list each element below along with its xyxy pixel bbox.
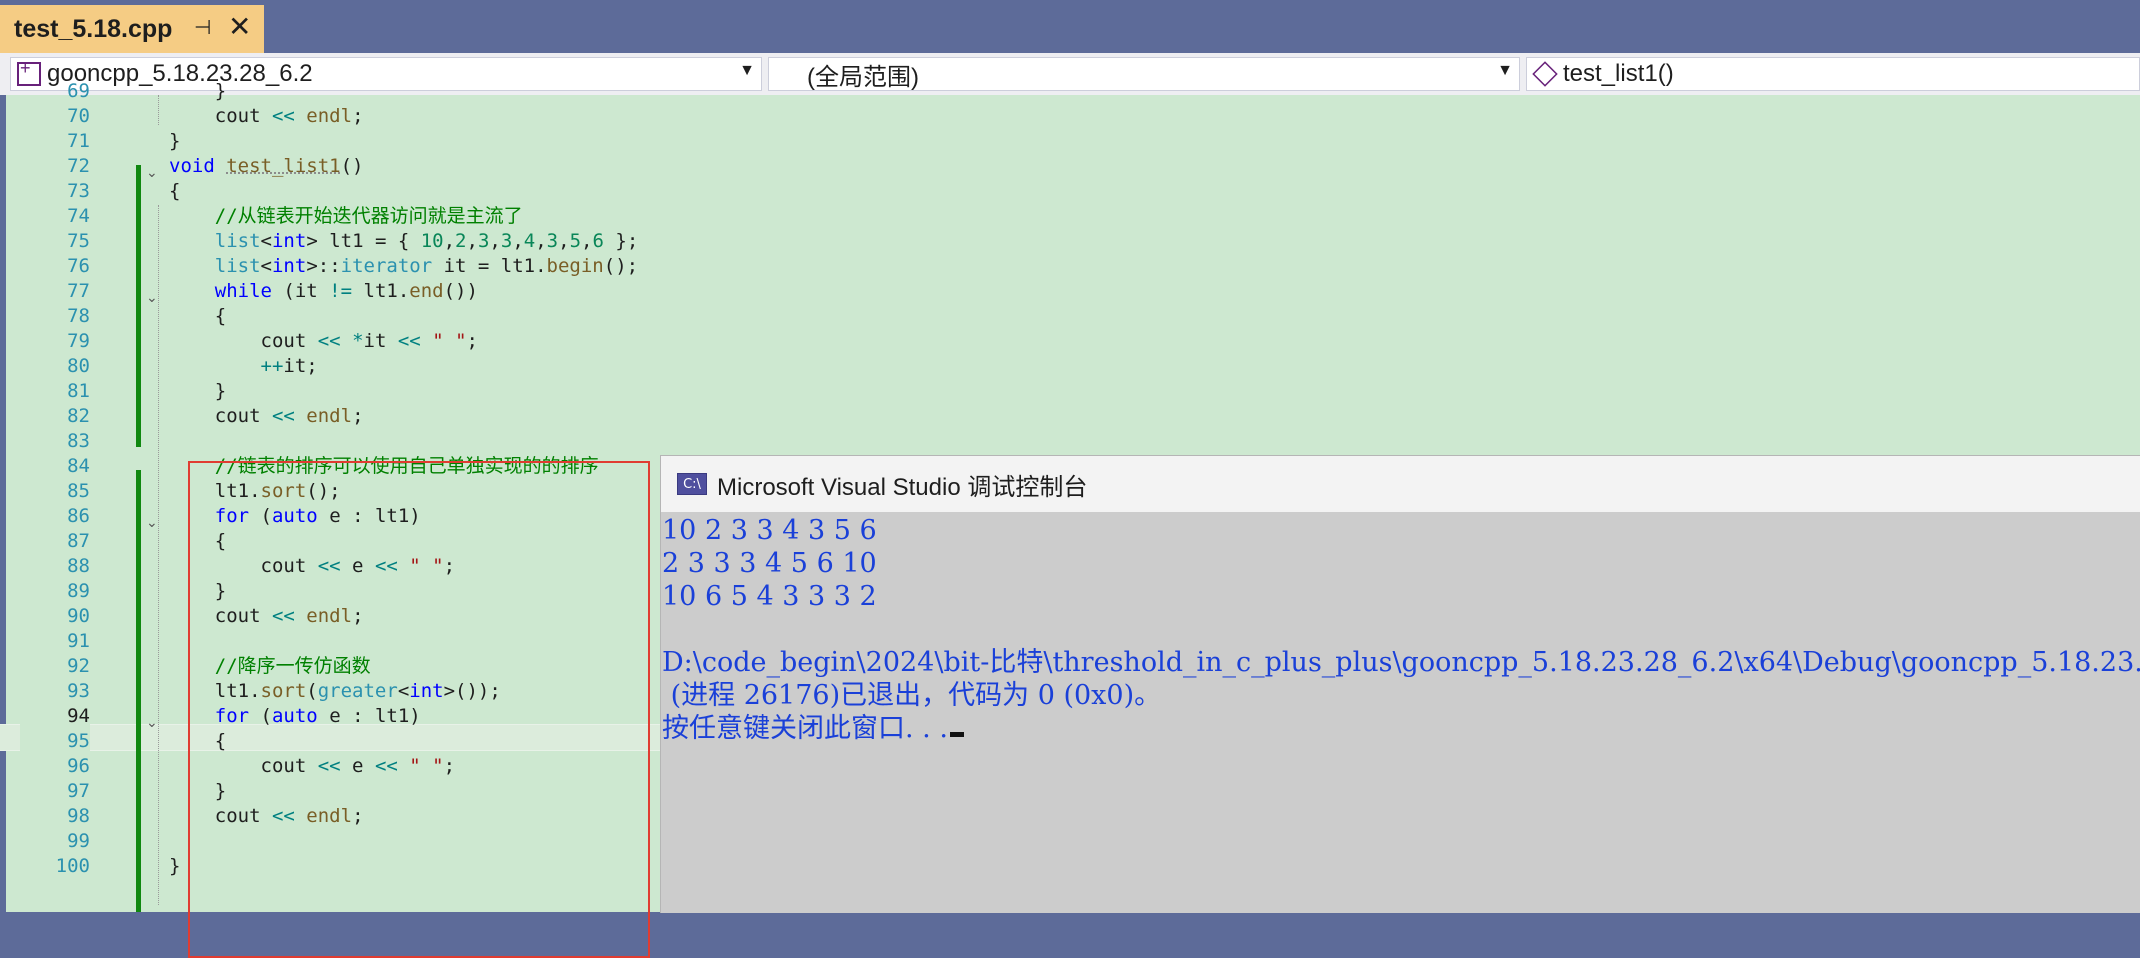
- line-number: 89: [67, 580, 90, 602]
- text-cursor: [949, 732, 964, 737]
- change-indicator-bar: [136, 165, 141, 447]
- console-output-line: 按任意键关闭此窗口. . .: [662, 712, 964, 745]
- line-number: 86: [67, 505, 90, 527]
- line-number: 97: [67, 780, 90, 802]
- code-line: cout << *it << " ";: [169, 330, 478, 352]
- line-number: 74: [67, 205, 90, 227]
- project-dropdown[interactable]: gooncpp_5.18.23.28_6.2 ▼: [10, 57, 762, 91]
- code-line: }: [169, 380, 227, 402]
- code-line: list<int> lt1 = { 10,2,3,3,4,3,5,6 };: [214, 230, 639, 252]
- console-title: Microsoft Visual Studio 调试控制台: [717, 473, 1088, 501]
- code-line: cout << endl;: [169, 405, 364, 427]
- pin-icon[interactable]: ⊣: [194, 15, 211, 39]
- code-line: }: [169, 130, 181, 152]
- debug-console-window[interactable]: C:\ Microsoft Visual Studio 调试控制台 10 2 3…: [660, 455, 2140, 913]
- line-number-current: 94: [67, 705, 90, 727]
- code-line: }: [169, 855, 181, 877]
- line-number: 100: [55, 855, 90, 877]
- indent-guide: [158, 205, 160, 905]
- scope-dropdown[interactable]: (全局范围) ▼: [768, 57, 1520, 91]
- line-number: 93: [67, 680, 90, 702]
- console-output-line: 10 2 3 3 4 3 5 6: [662, 515, 877, 546]
- line-number: 73: [67, 180, 90, 202]
- console-prompt-text: 按任意键关闭此窗口. . .: [662, 713, 948, 744]
- line-number: 75: [67, 230, 90, 252]
- line-number: 69: [67, 80, 90, 102]
- code-line: {: [169, 180, 181, 202]
- dropdown-arrow-icon[interactable]: ▼: [739, 62, 755, 80]
- member-dropdown[interactable]: test_list1(): [1526, 57, 2140, 91]
- line-number: 90: [67, 605, 90, 627]
- code-line: while (it != lt1.end()): [214, 280, 478, 302]
- code-line: list<int>::iterator it = lt1.begin();: [214, 255, 639, 277]
- fold-toggle-icon[interactable]: ⌄: [146, 291, 158, 305]
- code-line: {: [169, 305, 227, 327]
- scope-dropdown-value: (全局范围): [807, 63, 919, 91]
- line-number: 77: [67, 280, 90, 302]
- highlight-annotation-box: [188, 461, 650, 958]
- line-number: 82: [67, 405, 90, 427]
- fold-toggle-icon[interactable]: ⌄: [146, 716, 158, 730]
- console-output-line: 2 3 3 3 4 5 6 10: [662, 548, 877, 579]
- member-dropdown-value: test_list1(): [1563, 60, 1674, 87]
- line-number: 98: [67, 805, 90, 827]
- line-number: 99: [67, 830, 90, 852]
- fold-toggle-icon[interactable]: ⌄: [146, 516, 158, 530]
- line-number: 92: [67, 655, 90, 677]
- line-number: 76: [67, 255, 90, 277]
- navigation-bar: gooncpp_5.18.23.28_6.2 ▼ (全局范围) ▼ test_l…: [0, 53, 2140, 96]
- close-icon[interactable]: ✕: [228, 11, 251, 43]
- document-tab-strip: test_5.18.cpp ⊣ ✕: [0, 0, 2140, 53]
- line-number: 83: [67, 430, 90, 452]
- code-line: ++it;: [260, 355, 318, 377]
- line-number: 71: [67, 130, 90, 152]
- console-app-icon: C:\: [677, 473, 707, 495]
- line-number: 95: [67, 730, 90, 752]
- line-number: 81: [67, 380, 90, 402]
- console-output-line: 10 6 5 4 3 3 3 2: [662, 581, 877, 612]
- console-output[interactable]: 10 2 3 3 4 3 5 6 2 3 3 3 4 5 6 10 10 6 5…: [662, 514, 2140, 912]
- indent-guide: [158, 95, 160, 125]
- line-number: 88: [67, 555, 90, 577]
- console-output-line: (进程 26176)已退出，代码为 0 (0x0)。: [662, 680, 1162, 711]
- console-output-line: D:\code_begin\2024\bit-比特\threshold_in_c…: [662, 647, 2140, 678]
- line-number: 96: [67, 755, 90, 777]
- editor-left-margin: [0, 95, 6, 912]
- document-tab[interactable]: test_5.18.cpp ⊣ ✕: [0, 5, 264, 53]
- code-line: void test_list1(): [169, 155, 364, 177]
- fold-toggle-icon[interactable]: ⌄: [146, 166, 158, 180]
- line-number: 87: [67, 530, 90, 552]
- console-title-bar[interactable]: C:\ Microsoft Visual Studio 调试控制台: [661, 456, 2140, 512]
- code-line: //从链表开始迭代器访问就是主流了: [214, 205, 523, 227]
- change-indicator-bar: [136, 470, 141, 912]
- code-line: cout << endl;: [169, 105, 364, 127]
- tab-title: test_5.18.cpp: [14, 14, 173, 43]
- method-cube-icon: [1532, 61, 1558, 87]
- line-number: 72: [67, 155, 90, 177]
- line-number: 80: [67, 355, 90, 377]
- dropdown-arrow-icon[interactable]: ▼: [1497, 62, 1513, 80]
- line-number: 91: [67, 630, 90, 652]
- line-number: 85: [67, 480, 90, 502]
- line-number-gutter: 69 70 71 72 73 74 75 76 77 78 79 80 81 8…: [20, 80, 90, 912]
- line-number: 70: [67, 105, 90, 127]
- line-number: 79: [67, 330, 90, 352]
- line-number: 78: [67, 305, 90, 327]
- code-line: }: [169, 80, 227, 102]
- line-number: 84: [67, 455, 90, 477]
